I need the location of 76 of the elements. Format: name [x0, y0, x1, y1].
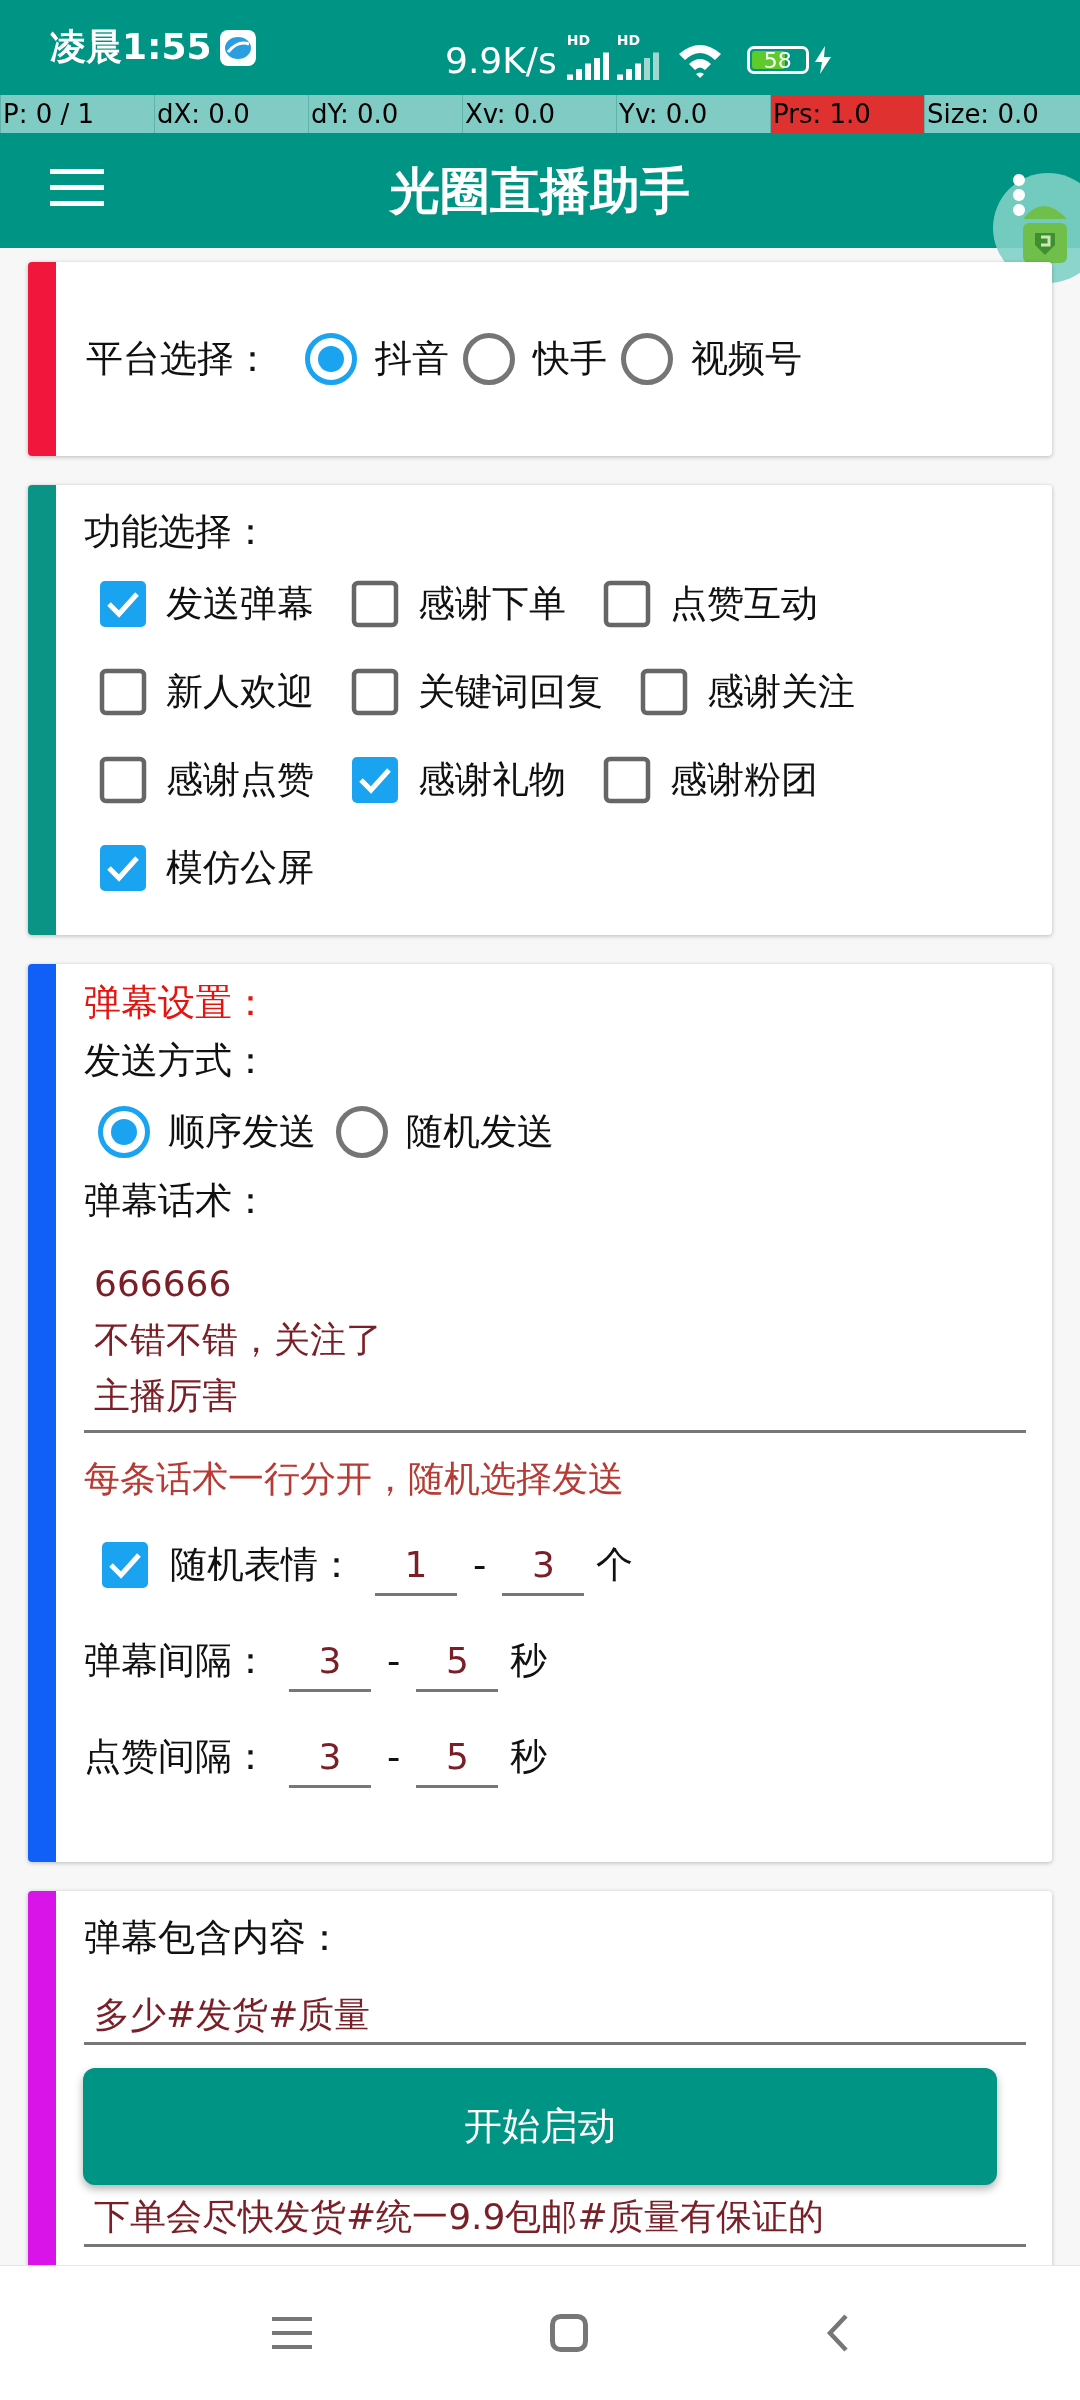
network-type-label: HD	[566, 32, 591, 48]
range-separator: -	[473, 1543, 487, 1587]
option-label: 点赞互动	[670, 581, 818, 627]
checkbox[interactable]	[98, 843, 148, 893]
feature-label: 功能选择：	[84, 509, 270, 555]
script-line: 不错不错，关注了	[94, 1318, 383, 1362]
menu-icon[interactable]	[50, 167, 104, 207]
clock: 凌晨1:55	[50, 25, 212, 69]
input-field[interactable]: 下单会尽快发货#统一9.9包邮#质量有保证的	[84, 2191, 1026, 2247]
touch-readout: Prs: 1.0	[770, 95, 924, 133]
checkbox[interactable]	[98, 755, 148, 805]
script-field[interactable]: 666666 不错不错，关注了 主播厉害	[84, 1256, 1026, 1433]
input-field[interactable]: 多少#发货#质量	[84, 1989, 1026, 2045]
range-separator: -	[387, 1735, 401, 1779]
radio-button[interactable]	[336, 1106, 388, 1158]
option-label: 感谢下单	[418, 581, 566, 627]
menu-icon[interactable]	[272, 2315, 312, 2351]
input-field[interactable]: 1	[375, 1534, 457, 1596]
radio-button[interactable]	[463, 333, 515, 385]
charging-icon	[814, 46, 831, 74]
signal-icon	[566, 52, 611, 82]
unit-label: 秒	[510, 1638, 548, 1684]
radio-button[interactable]	[305, 333, 357, 385]
app-title: 光圈直播助手	[390, 161, 690, 221]
range-label: 随机表情：	[170, 1542, 355, 1588]
script-line: 主播厉害	[94, 1374, 239, 1418]
range-label: 弹幕间隔：	[84, 1638, 269, 1684]
checkbox[interactable]	[602, 755, 652, 805]
range-separator: -	[387, 1639, 401, 1683]
signal-icon	[616, 52, 661, 82]
input-field[interactable]: 5	[416, 1726, 499, 1788]
unit-label: 秒	[510, 1734, 548, 1780]
keyword-label: 弹幕包含内容：	[84, 1915, 344, 1961]
option-label: 抖音	[375, 336, 449, 382]
script-label: 弹幕话术：	[84, 1178, 270, 1224]
network-type-label: HD	[616, 32, 641, 48]
option-label: 感谢关注	[707, 669, 855, 715]
network-speed: 9.9K/s	[445, 39, 557, 81]
radio-button[interactable]	[98, 1106, 150, 1158]
option-label: 顺序发送	[168, 1109, 316, 1155]
range-label: 点赞间隔：	[84, 1734, 269, 1780]
option-label: 模仿公屏	[166, 845, 314, 891]
script-line: 666666	[94, 1262, 233, 1306]
checkbox[interactable]	[350, 667, 400, 717]
section-title: 弹幕设置：	[84, 980, 270, 1026]
option-label: 感谢粉团	[670, 757, 818, 803]
checkbox[interactable]	[602, 579, 652, 629]
option-label: 感谢点赞	[166, 757, 314, 803]
option-label: 关键词回复	[418, 669, 603, 715]
checkbox[interactable]	[350, 755, 400, 805]
option-label: 感谢礼物	[418, 757, 566, 803]
unit-label: 个	[596, 1542, 634, 1588]
radio-button[interactable]	[621, 333, 673, 385]
option-label: 快手	[533, 336, 607, 382]
option-label: 视频号	[691, 336, 802, 382]
option-label: 随机发送	[406, 1109, 554, 1155]
input-field[interactable]: 3	[289, 1726, 371, 1788]
back-icon[interactable]	[826, 2313, 850, 2353]
checkbox[interactable]	[639, 667, 689, 717]
checkbox[interactable]	[350, 579, 400, 629]
input-field[interactable]: 3	[289, 1630, 371, 1692]
input-field[interactable]: 3	[502, 1534, 585, 1596]
start-button[interactable]: 开始启动	[83, 2068, 997, 2185]
option-label: 发送弹幕	[166, 581, 314, 627]
more-icon[interactable]	[1012, 173, 1026, 217]
checkbox[interactable]	[98, 579, 148, 629]
app-icon	[219, 29, 256, 66]
checkbox[interactable]	[100, 1540, 150, 1590]
checkbox[interactable]	[98, 667, 148, 717]
platform-label: 平台选择：	[86, 336, 271, 382]
mode-label: 发送方式：	[84, 1038, 270, 1084]
hint-text: 每条话术一行分开，随机选择发送	[84, 1457, 625, 1501]
battery-icon: 58	[746, 46, 809, 74]
input-field[interactable]: 5	[416, 1630, 499, 1692]
home-icon[interactable]	[550, 2314, 588, 2352]
option-label: 新人欢迎	[166, 669, 314, 715]
